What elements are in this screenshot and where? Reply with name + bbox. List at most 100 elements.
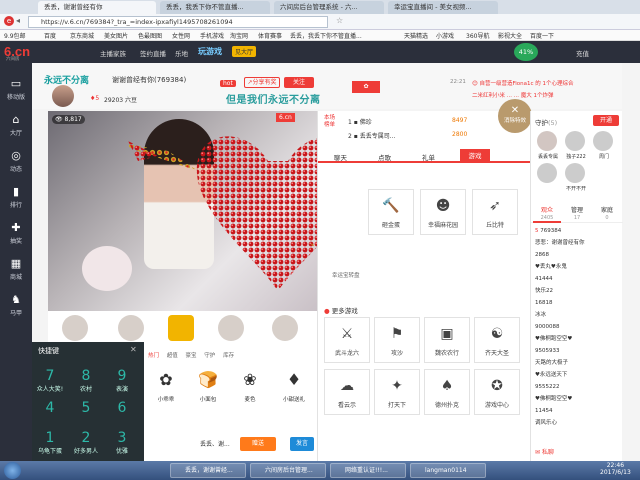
tab-audience[interactable]: 观众 2405 — [533, 205, 561, 223]
list-item[interactable]: 5 769384 — [535, 225, 621, 237]
taskbar-item[interactable]: 丢丢，谢谢曾经... — [170, 463, 246, 478]
hall-badge[interactable]: 见大厅 — [232, 46, 257, 57]
bookmark-item[interactable]: 美女图片 — [104, 31, 128, 40]
bookmark-item[interactable]: 天猫精选 — [404, 31, 428, 40]
shortcut-key[interactable]: 8 农村 — [68, 366, 104, 402]
fan-avatar[interactable] — [218, 315, 244, 341]
bookmark-item[interactable]: 手机游戏 — [200, 31, 224, 40]
send-gift-button[interactable]: 赠送 — [240, 437, 276, 451]
rank-row[interactable]: 2 ▪ 丢丢专属司... 2800 — [348, 131, 467, 140]
browser-tab[interactable]: 幸运宝直播间 - 美女视频... — [388, 1, 498, 14]
bookmark-item[interactable]: 京东商城 — [70, 31, 94, 40]
taskbar-item[interactable]: 网络重认证!!!... — [330, 463, 406, 478]
tab-admins[interactable]: 管理 17 — [563, 205, 591, 221]
nav-item[interactable]: 乐地 — [175, 48, 188, 58]
tab-songs[interactable]: 点歌 — [378, 152, 391, 162]
sidebar-item-rank[interactable]: ▮ 排行 — [0, 181, 32, 217]
sidebar-item-vest[interactable]: ♞ 马甲 — [0, 289, 32, 325]
guard-avatar[interactable] — [537, 163, 557, 183]
list-item[interactable]: 悲悲：谢谢曾经有你 — [535, 237, 621, 249]
list-item[interactable]: 天路的大极子 — [535, 357, 621, 369]
gift-tab[interactable]: 超值 — [167, 353, 178, 359]
url-input[interactable]: https://v.6.cn/769384?_tra_=index-ipxafi… — [28, 16, 328, 28]
list-item[interactable]: 16818 — [535, 297, 621, 309]
game-item[interactable]: ♠ 德州扑克 — [424, 369, 470, 415]
list-item[interactable]: 快乐22 — [535, 285, 621, 297]
back-icon[interactable]: ◂ — [16, 16, 20, 25]
gift-item[interactable]: ♦ 小甜送礼 — [272, 365, 316, 403]
open-guard-button[interactable]: 开通 — [593, 115, 619, 126]
gift-item[interactable]: ❀ 麦色 — [230, 365, 270, 403]
shortcut-key[interactable]: 1 乌龟下蛋 — [32, 428, 68, 464]
gift-item[interactable]: ✿ 小乖乖 — [146, 365, 186, 403]
game-item[interactable]: ☻ 幸福麻花园 — [420, 189, 466, 235]
list-item[interactable]: 9555222 — [535, 381, 621, 393]
rank-row[interactable]: 1 ▪ 佛珍 8497 — [348, 117, 467, 126]
list-item[interactable]: 9000088 — [535, 321, 621, 333]
send-target[interactable]: 丢丢、谢... — [200, 439, 230, 448]
follow-button[interactable]: 关注 — [284, 77, 314, 88]
bookmark-item[interactable]: 百度一下 — [530, 31, 554, 40]
game-link[interactable]: 玩游戏 — [198, 46, 222, 57]
bookmark-item[interactable]: 淘宝网 — [230, 31, 248, 40]
game-item[interactable]: ☁ 看云示 — [324, 369, 370, 415]
close-icon[interactable]: ✕ — [130, 345, 137, 354]
gift-tab[interactable]: 热门 — [148, 353, 159, 359]
sidebar-item-shop[interactable]: ▦ 商城 — [0, 253, 32, 289]
browser-tab[interactable]: 丢丢，我丢下你不管直播... — [160, 1, 270, 14]
game-item[interactable]: ✪ 游戏中心 — [474, 369, 520, 415]
sidebar-item-dynamic[interactable]: ◎ 动态 — [0, 145, 32, 181]
list-item[interactable]: 冰冰 — [535, 309, 621, 321]
chat-send-button[interactable]: 发言 — [290, 437, 314, 451]
system-clock[interactable]: 22:46 2017/6/13 — [600, 462, 631, 476]
tab-games[interactable]: 游戏 — [460, 149, 490, 163]
fan-avatar[interactable] — [118, 315, 144, 341]
gift-tab[interactable]: 豪宝 — [186, 353, 197, 359]
private-chat-link[interactable]: ✉ 私聊 — [535, 447, 554, 456]
taskbar-item[interactable]: langman0114 — [410, 463, 486, 478]
game-item[interactable]: ➶ 丘比特 — [472, 189, 518, 235]
lucky-wheel-label[interactable]: 幸运宝转盘 — [332, 271, 360, 279]
browser-tab[interactable]: 六间房后台管理系统 - 六... — [274, 1, 384, 14]
bookmark-item[interactable]: 影视大全 — [498, 31, 522, 40]
game-item[interactable]: 🔨 砸金蛋 — [368, 189, 414, 235]
list-item[interactable]: 41444 — [535, 273, 621, 285]
bookmark-item[interactable]: 百度 — [44, 31, 56, 40]
guard-avatar[interactable] — [593, 131, 613, 151]
bookmark-item[interactable]: 360导航 — [466, 31, 489, 40]
list-item[interactable]: ♥佛桐跑空空♥ — [535, 393, 621, 405]
nav-item[interactable]: 签约直播 — [140, 48, 166, 58]
bookmark-item[interactable]: 色最图图 — [138, 31, 162, 40]
game-item[interactable]: ⚔ 武斗龙六 — [324, 317, 370, 363]
anchor-avatar[interactable] — [52, 85, 74, 107]
game-item[interactable]: ✦ 打天下 — [374, 369, 420, 415]
list-item[interactable]: 调风乐心 — [535, 417, 621, 429]
tab-gifts[interactable]: 礼单 — [422, 152, 435, 162]
star-icon[interactable]: ☆ — [336, 16, 343, 25]
list-item[interactable]: ♥永远送天下 — [535, 369, 621, 381]
list-item[interactable]: 11454 — [535, 405, 621, 417]
list-item[interactable]: ♥佛桐跑空空♥ — [535, 333, 621, 345]
recharge-link[interactable]: 充值 — [576, 48, 589, 58]
guard-avatar[interactable] — [565, 163, 585, 183]
fan-avatar[interactable] — [272, 315, 298, 341]
sidebar-item-lottery[interactable]: ✚ 抽奖 — [0, 217, 32, 253]
sidebar-item-hall[interactable]: ⌂ 大厅 — [0, 109, 32, 145]
list-item[interactable]: ♥丢丸♥永鬼 — [535, 261, 621, 273]
bookmark-item[interactable]: 体育赛事 — [258, 31, 282, 40]
video-stage[interactable]: 👁 8,817 6.cn — [48, 111, 428, 326]
taskbar-item[interactable]: 六间房后台管理... — [250, 463, 326, 478]
sidebar-item-mobile[interactable]: ▭ 移动版 — [0, 73, 32, 109]
list-item[interactable]: 2868 — [535, 249, 621, 261]
shortcut-key[interactable]: 3 优雅 — [104, 428, 140, 464]
shortcut-key[interactable]: 2 好多男人 — [68, 428, 104, 464]
gift-tab[interactable]: 守护 — [204, 353, 215, 359]
gift-tab[interactable]: 库存 — [223, 353, 234, 359]
start-button[interactable] — [4, 462, 21, 479]
browser-tab[interactable]: 丢丢，谢谢曾经有你 — [38, 1, 156, 14]
nav-item[interactable]: 主播家族 — [100, 48, 126, 58]
bookmark-item[interactable]: 女性网 — [172, 31, 190, 40]
headline-badge[interactable] — [168, 315, 194, 341]
bookmark-item[interactable]: 9.9包邮 — [4, 31, 26, 40]
clear-effects-button[interactable]: ✕ 消除特效 — [498, 99, 532, 133]
